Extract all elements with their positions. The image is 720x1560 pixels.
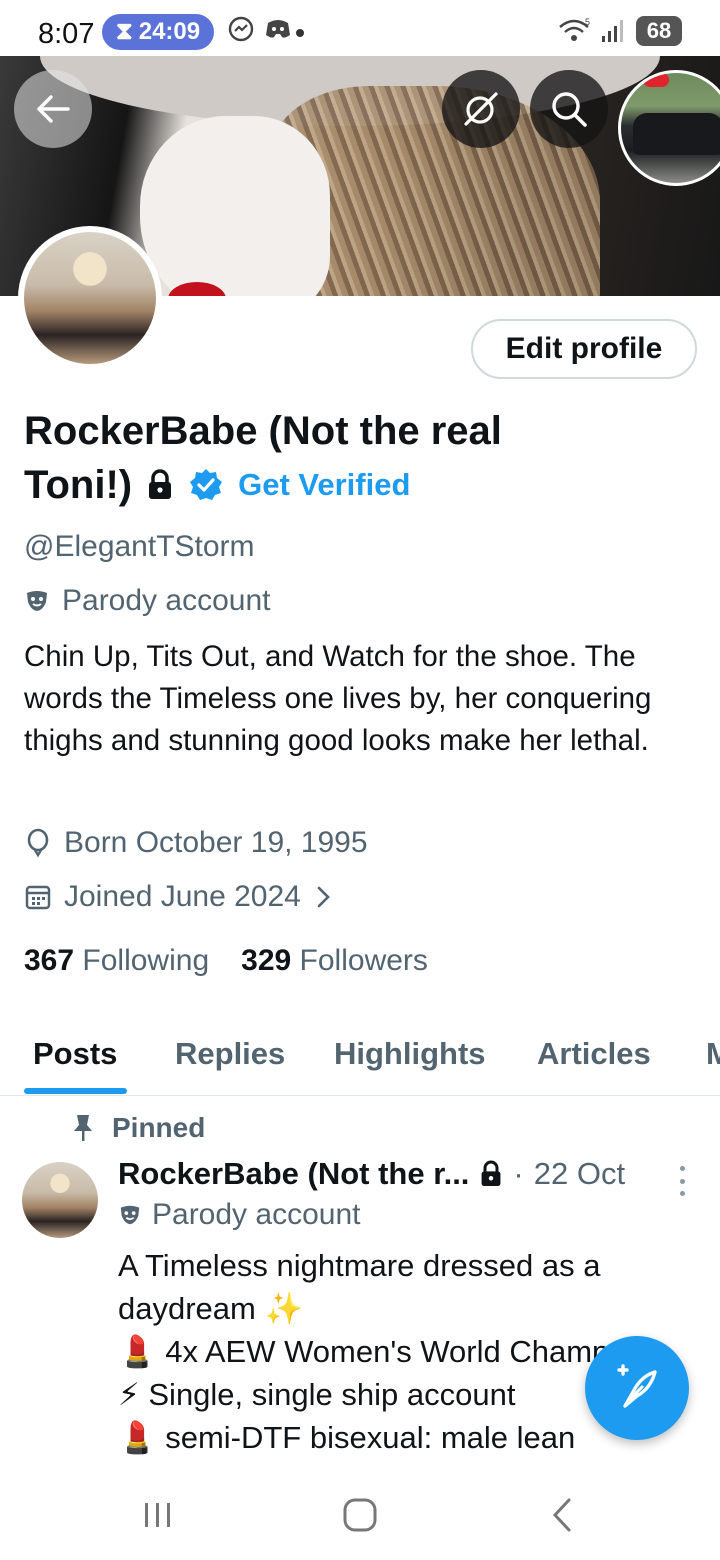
profile-name: RockerBabe (Not the real (24, 409, 502, 453)
join-date[interactable]: Joined June 2024 (24, 880, 333, 914)
parody-label: Parody account (24, 584, 270, 618)
messenger-icon (228, 16, 254, 42)
join-date-text: Joined June 2024 (64, 880, 301, 913)
back-arrow-icon (37, 95, 70, 123)
notification-badge (643, 73, 669, 87)
tab-articles[interactable]: Articles (537, 1036, 651, 1072)
notification-dot (296, 29, 304, 37)
more-dot (679, 1178, 685, 1184)
parody-text: Parody account (62, 584, 271, 617)
recent-apps-button[interactable] (128, 1490, 188, 1540)
edit-profile-button[interactable]: Edit profile (471, 319, 697, 379)
post-more-options[interactable] (672, 1166, 692, 1196)
pinned-text: Pinned (112, 1112, 206, 1143)
more-dot (679, 1166, 685, 1171)
car-image-shape (633, 113, 720, 155)
status-bar: 8:07 ⧗ 24:09 5 68 (0, 0, 720, 56)
following-count: 367 (24, 944, 75, 977)
chevron-right-icon (317, 886, 330, 908)
search-button[interactable] (530, 70, 608, 148)
post-line: A Timeless nightmare dressed as a (118, 1248, 601, 1283)
balloon-icon (27, 828, 49, 858)
profile-name-continued: Toni!) (24, 462, 133, 507)
pin-icon (74, 1115, 92, 1141)
post-line: ⚡ NSFW themes possible (118, 1459, 708, 1468)
signal-icon (602, 20, 623, 42)
home-icon (343, 1498, 377, 1532)
parody-mask-icon (27, 591, 47, 611)
post-line: daydream ✨ (118, 1291, 304, 1326)
post-date[interactable]: 22 Oct (534, 1156, 625, 1192)
recent-apps-icon (145, 1503, 170, 1527)
home-button[interactable] (330, 1490, 390, 1540)
profile-photo (24, 232, 156, 364)
following-label: Following (82, 944, 210, 977)
tab-highlights[interactable]: Highlights (334, 1036, 486, 1072)
discord-icon (266, 20, 290, 38)
tab-media[interactable]: M (706, 1036, 720, 1072)
calendar-icon (25, 885, 51, 910)
grok-icon (464, 92, 498, 126)
parody-mask-icon (120, 1205, 140, 1225)
system-nav-bar (0, 1468, 720, 1560)
system-back-button[interactable] (532, 1490, 592, 1540)
system-icons: 5 68 (558, 16, 682, 46)
back-button[interactable] (14, 70, 92, 148)
hourglass-icon: ⧗ (115, 18, 133, 45)
banner-face-shape (140, 116, 330, 296)
notification-icons (228, 16, 292, 42)
post-header: RockerBabe (Not the r... · 22 Oct (118, 1156, 625, 1192)
profile-tabs: Posts Replies Highlights Articles M (0, 1020, 720, 1096)
birthdate-text: Born October 19, 1995 (64, 826, 368, 859)
timer-text: 24:09 (138, 18, 201, 45)
profile-name-line2: Toni!) Get Verified (24, 458, 410, 512)
profile-handle: @ElegantTStorm (24, 530, 255, 563)
battery-indicator: 68 (636, 16, 682, 46)
tab-replies[interactable]: Replies (175, 1036, 285, 1072)
followers-link[interactable]: 329 Followers (241, 944, 428, 978)
post-author-name[interactable]: RockerBabe (Not the r... (118, 1156, 469, 1192)
followers-count: 329 (241, 944, 292, 977)
timer-pill: ⧗ 24:09 (102, 14, 214, 50)
system-back-icon (552, 1498, 571, 1532)
lock-icon (481, 1160, 501, 1186)
wifi-icon: 5 (559, 17, 590, 41)
following-link[interactable]: 367 Following (24, 944, 209, 978)
birthdate: Born October 19, 1995 (24, 826, 368, 860)
post-parody-label: Parody account (118, 1198, 360, 1232)
active-tab-indicator (24, 1088, 127, 1094)
more-dot (679, 1191, 685, 1196)
compose-feather-icon (617, 1364, 657, 1408)
follow-stats: 367 Following 329 Followers (24, 944, 428, 978)
status-time: 8:07 (38, 18, 95, 50)
post-parody-text: Parody account (152, 1198, 361, 1231)
grok-button[interactable] (442, 70, 520, 148)
pinned-label: Pinned (72, 1112, 205, 1144)
profile-avatar[interactable] (18, 226, 162, 370)
followers-label: Followers (299, 944, 428, 977)
post-author-avatar[interactable] (22, 1162, 98, 1238)
svg-text:5: 5 (585, 17, 590, 27)
post-separator: · (513, 1156, 524, 1191)
lock-icon (149, 469, 172, 499)
profile-bio: Chin Up, Tits Out, and Watch for the sho… (24, 640, 652, 757)
tab-posts[interactable]: Posts (33, 1036, 117, 1072)
search-icon (552, 92, 587, 127)
verified-badge-icon[interactable] (188, 467, 224, 503)
compose-post-button[interactable] (585, 1336, 689, 1440)
get-verified-link[interactable]: Get Verified (238, 467, 410, 503)
